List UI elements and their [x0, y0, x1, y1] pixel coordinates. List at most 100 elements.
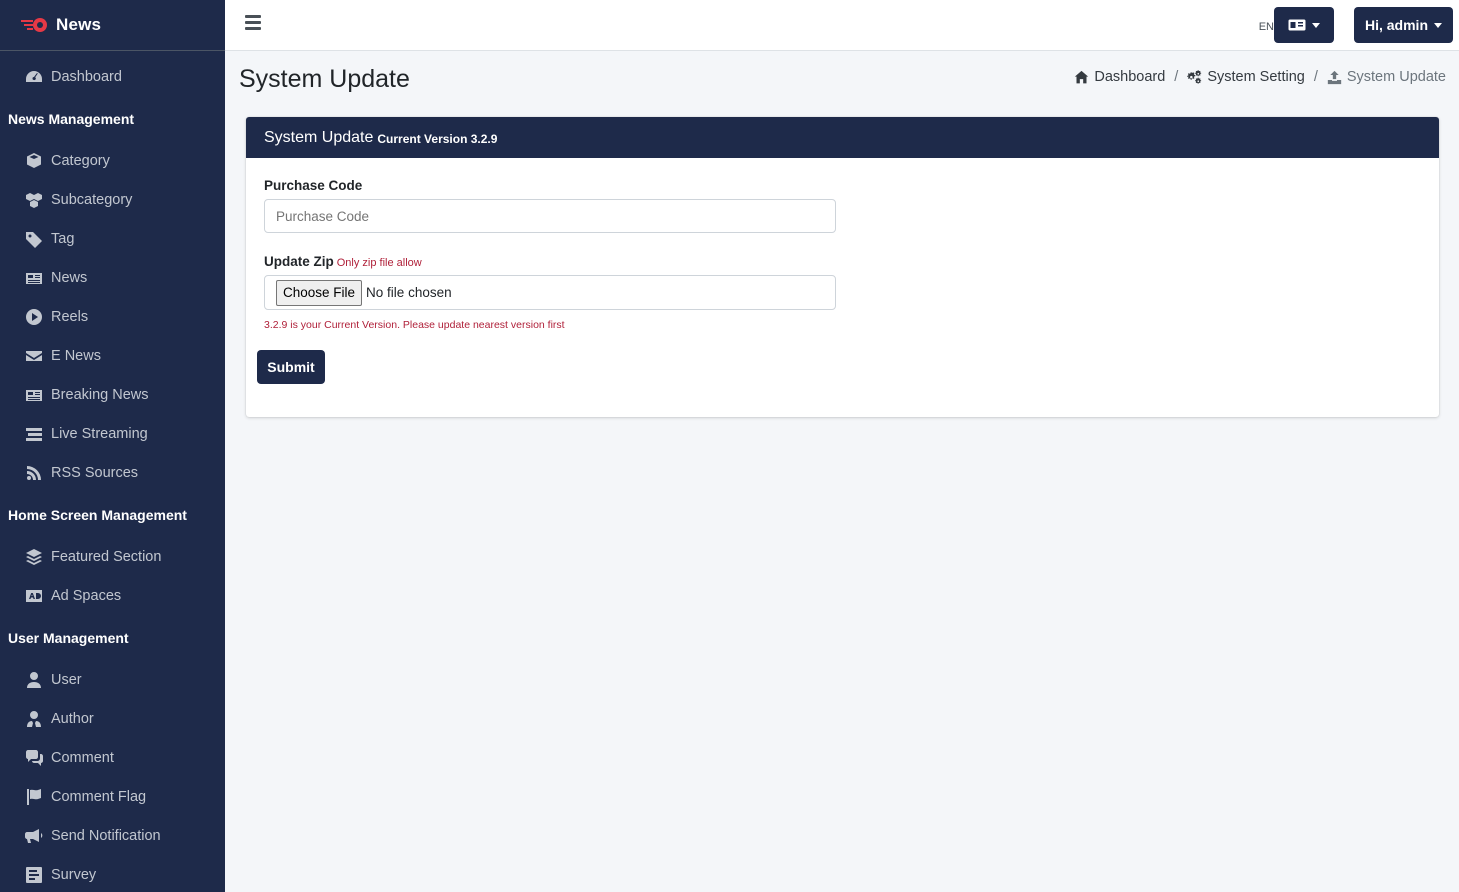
sidebar-item-label: Live Streaming [51, 425, 148, 442]
page-title: System Update [239, 65, 410, 93]
sidebar-item-rss-sources[interactable]: RSS Sources [0, 453, 225, 492]
breadcrumb-separator: / [1313, 69, 1318, 85]
sidebar-item-label: Featured Section [51, 548, 162, 565]
update-zip-label-text: Update Zip [264, 254, 334, 269]
sidebar-item-label: Comment Flag [51, 788, 147, 805]
breadcrumb: Dashboard / System Setting / System Update [1074, 69, 1446, 85]
sidebar-item-label: Dashboard [51, 68, 122, 85]
play-circle-icon [24, 308, 44, 326]
cubes-icon [24, 191, 44, 209]
sidebar-section-label: User Management [8, 629, 129, 646]
poll-icon [24, 866, 44, 884]
newspaper-icon [24, 386, 44, 404]
language-code: EN [1258, 21, 1274, 33]
top-navbar: EN Hi, admin [225, 0, 1459, 51]
file-status: No file chosen [366, 285, 452, 300]
comments-icon [24, 749, 44, 767]
language-icon [1288, 19, 1306, 31]
sidebar-item-comment-flag[interactable]: Comment Flag [0, 777, 225, 816]
sidebar-section-header: User Management [0, 615, 225, 660]
sidebar-item-label: Ad Spaces [51, 587, 122, 604]
card-title: System Update [264, 128, 374, 146]
sidebar-item-ad-spaces[interactable]: Ad Spaces [0, 576, 225, 615]
brand[interactable]: News [0, 0, 225, 51]
tag-icon [24, 230, 44, 248]
breadcrumb-separator: / [1174, 69, 1179, 85]
sidebar-item-label: RSS Sources [51, 464, 139, 481]
sidebar-item-author[interactable]: Author [0, 699, 225, 738]
sidebar-item-label: Survey [51, 866, 97, 883]
sidebar-item-label: Category [51, 152, 110, 169]
dashboard-icon [24, 68, 44, 86]
sidebar-item-comment[interactable]: Comment [0, 738, 225, 777]
sidebar-item-live-streaming[interactable]: Live Streaming [0, 414, 225, 453]
sidebar-item-label: Reels [51, 308, 89, 325]
update-zip-file-input[interactable]: Choose File No file chosen [264, 275, 836, 310]
flag-icon [24, 788, 44, 806]
upload-icon [1327, 70, 1347, 85]
brand-logo-icon [20, 15, 50, 35]
purchase-code-input[interactable] [264, 199, 836, 233]
language-dropdown-button[interactable] [1274, 7, 1334, 43]
menu-toggle-icon[interactable] [245, 15, 261, 31]
card-header: System Update Current Version 3.2.9 [246, 117, 1439, 158]
newspaper-icon [24, 269, 44, 287]
envelope-icon [24, 347, 44, 365]
cogs-icon [1187, 69, 1207, 85]
sidebar-item-reels[interactable]: Reels [0, 297, 225, 336]
breadcrumb-dashboard[interactable]: Dashboard [1074, 69, 1165, 85]
sidebar-item-category[interactable]: Category [0, 141, 225, 180]
sidebar-item-survey[interactable]: Survey [0, 855, 225, 892]
chevron-down-icon [1312, 22, 1320, 28]
rss-icon [24, 464, 44, 482]
current-version: Current Version 3.2.9 [377, 131, 498, 146]
sidebar-section-label: Home Screen Management [8, 506, 187, 523]
purchase-code-label: Purchase Code [264, 178, 363, 193]
breadcrumb-label: Dashboard [1094, 69, 1166, 85]
sidebar-item-label: Tag [51, 230, 75, 247]
zip-hint: Only zip file allow [336, 257, 422, 269]
sidebar-item-news[interactable]: News [0, 258, 225, 297]
update-zip-label: Update Zip Only zip file allow [264, 254, 422, 269]
sidebar-section-header: Home Screen Management [0, 492, 225, 537]
sidebar-item-label: Comment [51, 749, 114, 766]
sidebar-section-header: News Management [0, 96, 225, 141]
home-icon [1074, 70, 1094, 85]
sidebar-item-label: User [51, 671, 82, 688]
user-menu-button[interactable]: Hi, admin [1354, 7, 1453, 43]
ad-icon [24, 587, 44, 605]
breadcrumb-system-update: System Update [1327, 69, 1446, 85]
stream-icon [24, 425, 44, 443]
sidebar-item-label: News [51, 269, 88, 286]
bullhorn-icon [24, 827, 44, 845]
choose-file-button[interactable]: Choose File [276, 279, 363, 306]
sidebar-item-tag[interactable]: Tag [0, 219, 225, 258]
submit-button[interactable]: Submit [257, 350, 325, 384]
sidebar-item-label: E News [51, 347, 101, 364]
user-tie-icon [24, 710, 44, 728]
version-note: 3.2.9 is your Current Version. Please up… [264, 319, 565, 331]
cube-icon [24, 152, 44, 170]
system-update-card: System Update Current Version 3.2.9 Purc… [246, 117, 1439, 417]
sidebar-item-featured-section[interactable]: Featured Section [0, 537, 225, 576]
sidebar-item-label: Send Notification [51, 827, 161, 844]
breadcrumb-label: System Setting [1207, 69, 1305, 85]
sidebar-item-breaking-news[interactable]: Breaking News [0, 375, 225, 414]
sidebar-item-dashboard[interactable]: Dashboard [0, 57, 225, 96]
sidebar-section-label: News Management [8, 110, 135, 127]
layers-icon [24, 548, 44, 566]
user-icon [24, 671, 44, 689]
user-greeting: Hi, admin [1364, 17, 1428, 33]
sidebar-item-label: Breaking News [51, 386, 149, 403]
breadcrumb-system-setting[interactable]: System Setting [1187, 69, 1305, 85]
breadcrumb-label: System Update [1346, 69, 1446, 85]
sidebar-item-e-news[interactable]: E News [0, 336, 225, 375]
sidebar-item-label: Author [51, 710, 94, 727]
sidebar-item-subcategory[interactable]: Subcategory [0, 180, 225, 219]
brand-name: News [56, 15, 102, 34]
sidebar: News Dashboard News Management Category Sub… [0, 0, 225, 892]
sidebar-item-send-notification[interactable]: Send Notification [0, 816, 225, 855]
sidebar-item-user[interactable]: User [0, 660, 225, 699]
sidebar-nav: Dashboard News Management Category Subcateg… [0, 51, 225, 892]
sidebar-item-label: Subcategory [51, 191, 133, 208]
